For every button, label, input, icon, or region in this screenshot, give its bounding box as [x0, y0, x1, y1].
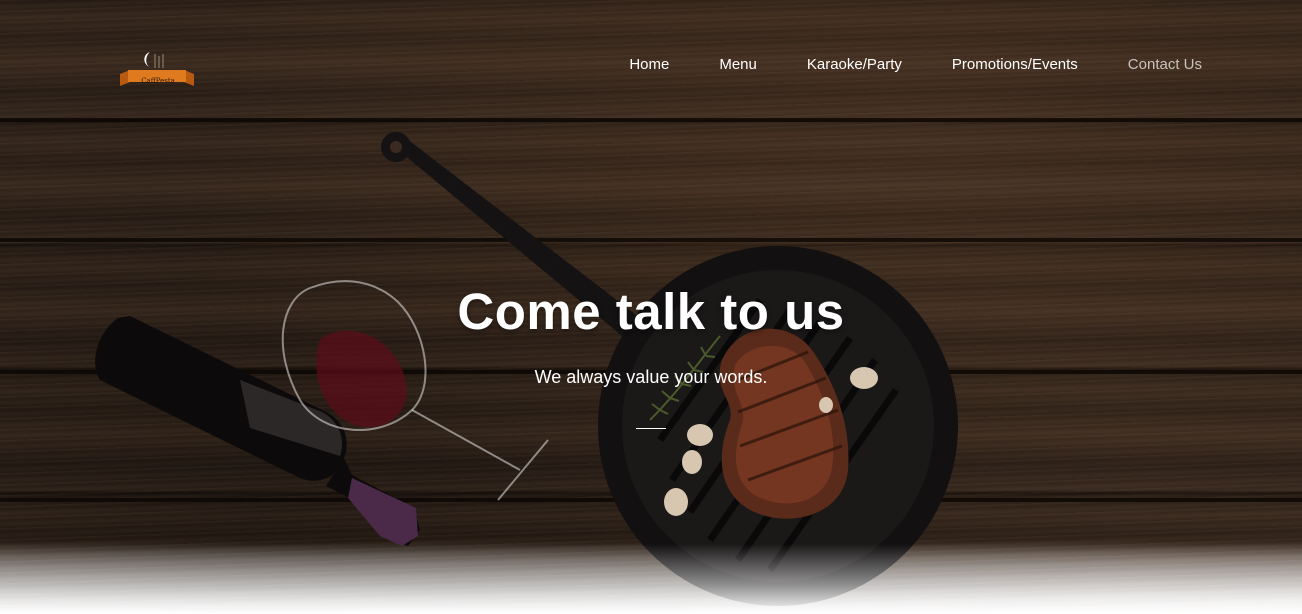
site-logo[interactable]: CaffPesta [118, 50, 196, 92]
nav-item-menu[interactable]: Menu [719, 55, 757, 75]
nav-item-contact-us[interactable]: Contact Us [1128, 55, 1202, 75]
moon-cup-logo-icon [120, 52, 194, 86]
hero-divider [636, 428, 666, 429]
main-nav: Home Menu Karaoke/Party Promotions/Event… [579, 55, 1202, 75]
nav-item-promotions-events[interactable]: Promotions/Events [952, 55, 1078, 75]
nav-item-karaoke-party[interactable]: Karaoke/Party [807, 55, 902, 75]
nav-item-home[interactable]: Home [629, 55, 669, 75]
logo-text: CaffPesta [141, 77, 175, 85]
hero-subtitle: We always value your words. [534, 367, 768, 387]
bottom-fade [0, 544, 1302, 614]
hero-title: Come talk to us [457, 283, 845, 340]
hero-section: CaffPesta Home Menu Karaoke/Party Promot… [0, 0, 1302, 614]
